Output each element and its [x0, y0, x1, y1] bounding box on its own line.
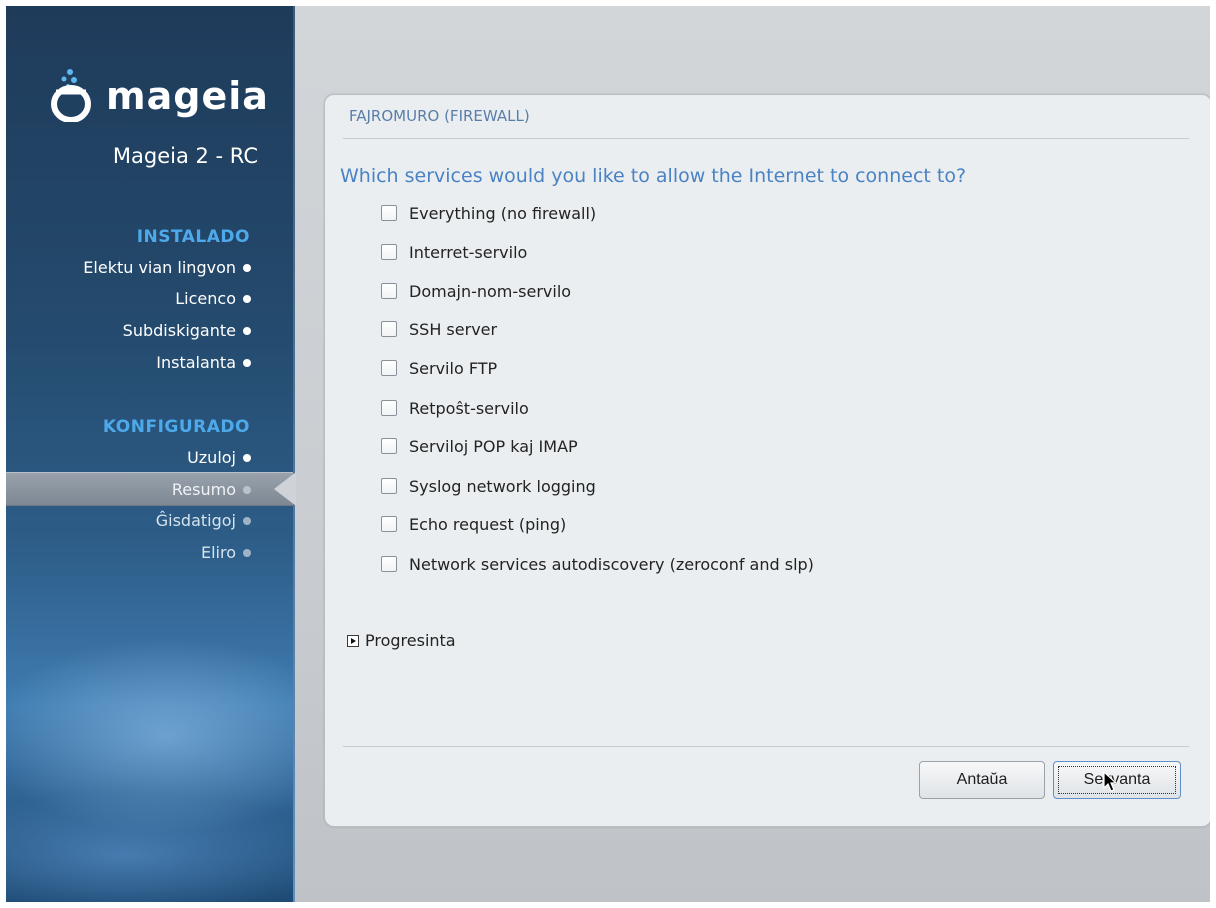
mouse-pointer-icon: [1103, 771, 1118, 792]
step-done-dot-icon: [243, 294, 251, 303]
step-done-dot-icon: [243, 358, 251, 367]
option-autodiscovery[interactable]: Network services autodiscovery (zeroconf…: [381, 551, 814, 577]
checkbox[interactable]: [381, 205, 397, 221]
option-syslog[interactable]: Syslog network logging: [381, 473, 596, 499]
step-done-dot-icon: [243, 263, 251, 272]
mageia-logo: mageia: [50, 66, 280, 126]
step-exit: Eliro: [201, 541, 251, 565]
checkbox[interactable]: [381, 360, 397, 376]
step-pending-dot-icon: [243, 548, 251, 557]
firewall-panel: FAJROMURO (FIREWALL) Which services woul…: [324, 94, 1210, 827]
checkbox[interactable]: [381, 321, 397, 337]
title-divider: [343, 138, 1189, 139]
section-title-configure: KONFIGURADO: [102, 417, 250, 437]
step-users: Uzuloj: [187, 446, 251, 470]
step-done-dot-icon: [243, 326, 251, 335]
step-installing: Instalanta: [156, 351, 251, 375]
advanced-label: Progresinta: [365, 631, 456, 650]
step-language: Elektu vian lingvon: [83, 256, 251, 280]
step-done-dot-icon: [243, 453, 251, 462]
step-updates: Ĝisdatigoj: [156, 509, 251, 533]
logo-text: mageia: [106, 74, 269, 118]
option-ssh-server[interactable]: SSH server: [381, 316, 497, 342]
sidebar: mageia Mageia 2 - RC INSTALADO Elektu vi…: [6, 6, 295, 902]
option-everything[interactable]: Everything (no firewall): [381, 200, 596, 226]
current-step-highlight: [6, 472, 295, 506]
option-mail-server[interactable]: Retpoŝt-servilo: [381, 395, 529, 421]
expand-arrow-icon[interactable]: [347, 634, 359, 647]
option-ftp-server[interactable]: Servilo FTP: [381, 355, 497, 381]
button-divider: [343, 746, 1189, 747]
checkbox[interactable]: [381, 244, 397, 260]
option-echo-request[interactable]: Echo request (ping): [381, 511, 566, 537]
panel-title: FAJROMURO (FIREWALL): [349, 107, 530, 125]
installer-window: mageia Mageia 2 - RC INSTALADO Elektu vi…: [6, 6, 1210, 902]
option-pop-imap[interactable]: Serviloj POP kaj IMAP: [381, 433, 578, 459]
option-web-server[interactable]: Interret-servilo: [381, 239, 527, 265]
checkbox[interactable]: [381, 516, 397, 532]
step-summary: Resumo: [172, 478, 251, 502]
step-partitioning: Subdiskigante: [123, 319, 251, 343]
checkbox[interactable]: [381, 400, 397, 416]
checkbox[interactable]: [381, 556, 397, 572]
advanced-expander[interactable]: Progresinta: [347, 631, 456, 650]
checkbox[interactable]: [381, 478, 397, 494]
checkbox[interactable]: [381, 283, 397, 299]
step-current-dot-icon: [243, 485, 251, 494]
version-label: Mageia 2 - RC: [112, 144, 258, 168]
previous-button[interactable]: Antaŭa: [919, 761, 1045, 799]
mageia-logo-icon: [51, 69, 91, 122]
option-dns-server[interactable]: Domajn-nom-servilo: [381, 278, 571, 304]
section-title-installed: INSTALADO: [136, 227, 250, 247]
step-license: Licenco: [175, 287, 251, 311]
checkbox[interactable]: [381, 438, 397, 454]
step-pending-dot-icon: [243, 516, 251, 525]
current-step-pointer: [274, 472, 296, 506]
question-label: Which services would you like to allow t…: [340, 165, 967, 187]
